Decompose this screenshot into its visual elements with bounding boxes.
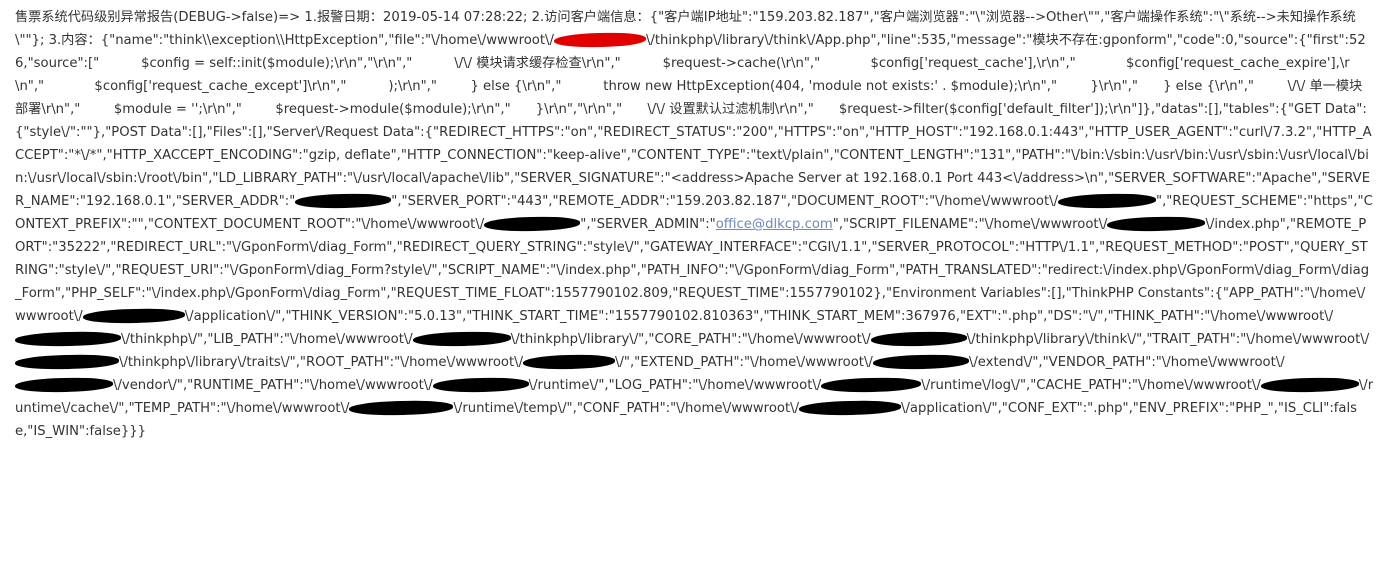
- redaction-mark: [870, 331, 967, 347]
- redaction-mark: [14, 377, 114, 393]
- redaction-mark: [872, 354, 969, 370]
- redaction-mark: [295, 193, 392, 209]
- server-admin-email-link[interactable]: office@dlkcp.com: [716, 217, 833, 232]
- redaction-mark: [14, 331, 122, 347]
- exception-report-text: 售票系统代码级别异常报告(DEBUG->false)=> 1.报警日期：2019…: [14, 10, 1374, 439]
- redaction-mark: [522, 354, 616, 370]
- redaction-mark: [412, 331, 511, 347]
- redaction-mark: [82, 308, 185, 324]
- redaction-mark: [349, 400, 454, 416]
- redaction-mark: [798, 400, 902, 416]
- redaction-mark: [821, 377, 922, 393]
- redaction-mark: [1057, 193, 1157, 209]
- redaction-mark: [1260, 377, 1359, 393]
- redaction-mark: [1107, 216, 1206, 232]
- exception-report-page: 售票系统代码级别异常报告(DEBUG->false)=> 1.报警日期：2019…: [0, 0, 1381, 585]
- redaction-mark: [484, 216, 581, 232]
- redaction-mark: [14, 354, 120, 370]
- redaction-mark: [553, 32, 647, 48]
- redaction-mark: [432, 377, 529, 393]
